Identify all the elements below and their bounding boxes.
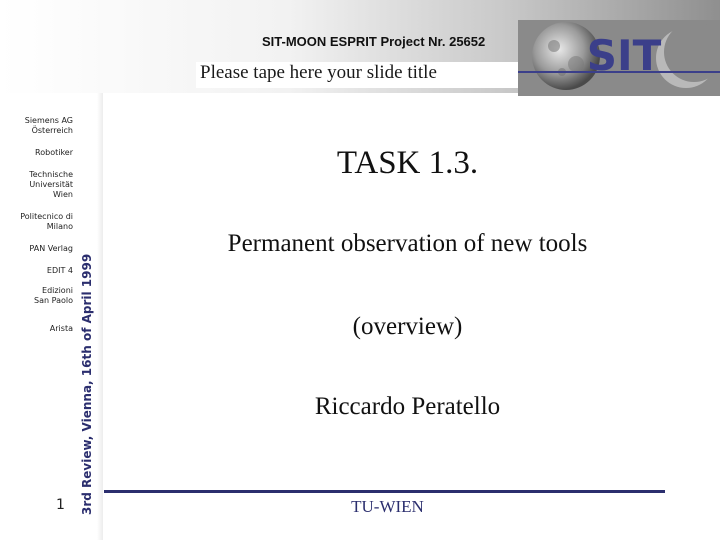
slide-title-placeholder: Please tape here your slide title <box>200 62 437 83</box>
project-title: SIT-MOON ESPRIT Project Nr. 25652 <box>262 34 486 49</box>
partner-edizioni: Edizioni San Paolo <box>34 286 73 305</box>
footer-divider <box>104 490 665 493</box>
logo-text: SIT <box>587 31 662 80</box>
author-name: Riccardo Peratello <box>314 393 501 420</box>
footer-organization: TU-WIEN <box>351 497 424 516</box>
subtitle: Permanent observation of new tools <box>227 230 588 257</box>
partner-politecnico: Politecnico di Milano <box>20 212 73 231</box>
partner-siemens: Siemens AG Österreich <box>24 116 73 135</box>
sit-logo: SIT <box>518 20 720 96</box>
task-title: TASK 1.3. <box>336 145 479 181</box>
review-caption: 3rd Review, Vienna, 16th of April 1999 <box>80 253 94 515</box>
overview-label: (overview) <box>352 313 463 340</box>
partner-edit4: EDIT 4 <box>46 266 73 275</box>
